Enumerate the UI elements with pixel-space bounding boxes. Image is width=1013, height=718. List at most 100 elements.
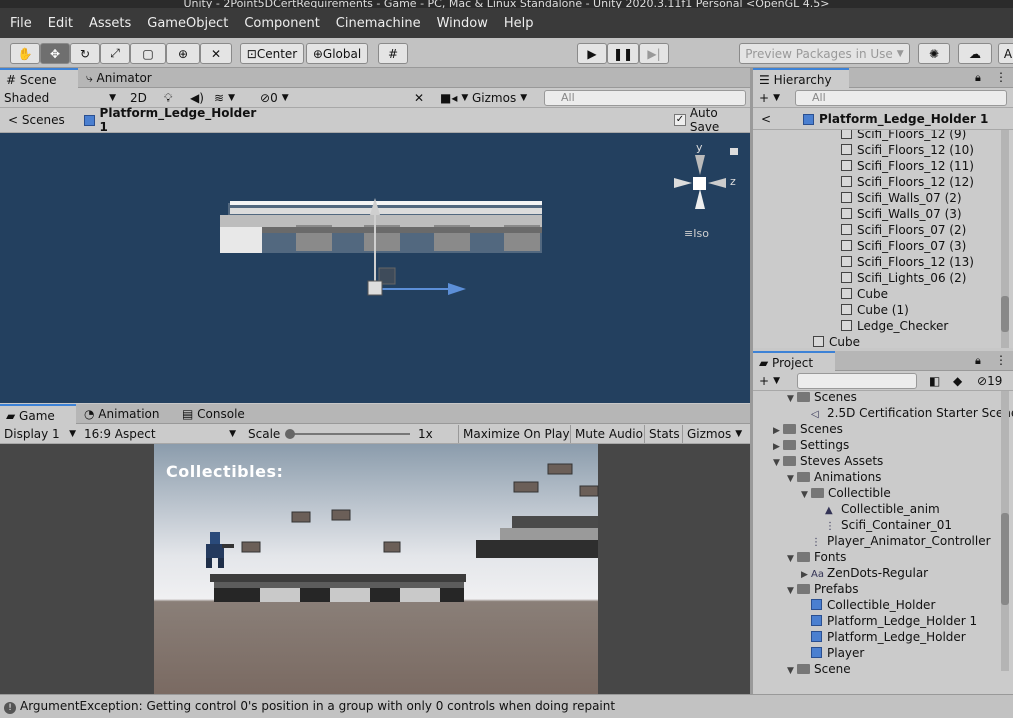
maximize-on-play-toggle[interactable]: Maximize On Play <box>458 425 570 443</box>
hierarchy-scrollbar[interactable] <box>1001 130 1009 348</box>
display-dropdown[interactable]: Display 1 ▼ <box>0 425 80 443</box>
filter-label-icon[interactable]: ◆ <box>949 372 967 390</box>
more-options-icon[interactable]: ⋮ <box>995 353 1007 367</box>
hand-tool-icon[interactable]: ✋ <box>10 43 40 64</box>
move-tool-icon[interactable]: ✥ <box>40 43 70 64</box>
project-scrollbar[interactable] <box>1001 391 1009 671</box>
hidden-objects-toggle[interactable]: ⊘ 0 ▼ <box>256 89 312 107</box>
pivot-global-button[interactable]: ⊕ Global <box>306 43 368 64</box>
pause-button[interactable]: ❚❚ <box>607 43 639 64</box>
project-item[interactable]: ▼ Animations <box>787 469 881 485</box>
breadcrumb-scenes[interactable]: < Scenes <box>4 111 74 129</box>
rect-tool-icon[interactable]: ▢ <box>130 43 166 64</box>
menu-gameobject[interactable]: GameObject <box>139 16 236 31</box>
camera-icon[interactable]: ■◂ ▼ <box>436 89 468 107</box>
hidden-packages-toggle[interactable]: ⊘ 19 <box>973 372 1013 390</box>
chevron-down-icon[interactable]: ▼ <box>787 663 797 679</box>
gizmos-dropdown[interactable]: Gizmos ▼ <box>468 89 536 107</box>
project-item[interactable]: ▼ Steves Assets <box>773 453 883 469</box>
hierarchy-item[interactable]: Scifi_Floors_12 (10) <box>841 142 974 158</box>
chevron-down-icon[interactable]: ▼ <box>801 487 811 503</box>
audio-icon[interactable]: ◀) <box>186 89 206 107</box>
project-item[interactable]: ▼ Scenes <box>787 391 857 405</box>
transform-tool-icon[interactable]: ⊕ <box>166 43 200 64</box>
menu-cinemachine[interactable]: Cinemachine <box>328 16 429 31</box>
tab-project[interactable]: ▰ Project <box>753 351 835 372</box>
project-item[interactable]: Platform_Ledge_Holder 1 <box>801 613 977 629</box>
shading-mode-dropdown[interactable]: Shaded ▼ <box>0 89 120 107</box>
hierarchy-item[interactable]: Scifi_Lights_06 (2) <box>841 270 966 286</box>
tab-console[interactable]: ▤ Console <box>176 404 256 424</box>
settings-gear-icon[interactable]: ✺ <box>918 43 950 64</box>
hierarchy-item[interactable]: Ledge_Checker <box>841 318 948 334</box>
play-button[interactable]: ▶ <box>577 43 607 64</box>
menu-window[interactable]: Window <box>429 16 496 31</box>
hierarchy-item[interactable]: Cube <box>813 334 860 348</box>
hierarchy-item[interactable]: Scifi_Walls_07 (3) <box>841 206 962 222</box>
project-item[interactable]: ▼ Collectible <box>801 485 891 501</box>
hierarchy-item[interactable]: Scifi_Floors_12 (12) <box>841 174 974 190</box>
menu-help[interactable]: Help <box>496 16 542 31</box>
hierarchy-item[interactable]: Cube <box>841 286 888 302</box>
project-item[interactable]: ▼ Scene <box>787 661 851 677</box>
pivot-center-button[interactable]: ⊡ Center <box>240 43 304 64</box>
more-options-icon[interactable]: ⋮ <box>995 70 1007 84</box>
project-item[interactable]: ▲ Collectible_anim <box>815 501 940 517</box>
cloud-icon[interactable]: ☁ <box>958 43 992 64</box>
scene-viewport[interactable]: y z ≡Iso <box>0 133 750 403</box>
stats-toggle[interactable]: Stats <box>644 425 682 443</box>
project-item[interactable]: ▼ Prefabs <box>787 581 859 597</box>
create-add-icon[interactable]: + ▼ <box>755 372 787 390</box>
hierarchy-item[interactable]: Scifi_Floors_07 (2) <box>841 222 966 238</box>
project-item[interactable]: Collectible_Holder <box>801 597 935 613</box>
tab-game[interactable]: ▰ Game <box>0 404 76 425</box>
auto-save-toggle[interactable]: ✓ Auto Save <box>670 106 750 134</box>
status-bar[interactable]: ! ArgumentException: Getting control 0's … <box>0 694 1013 718</box>
create-add-icon[interactable]: + ▼ <box>755 89 787 107</box>
mute-audio-toggle[interactable]: Mute Audio <box>570 425 644 443</box>
scale-slider-handle[interactable] <box>285 429 295 439</box>
chevron-down-icon[interactable]: ▼ <box>773 455 783 471</box>
chevron-down-icon[interactable]: ▼ <box>787 551 797 567</box>
lock-icon[interactable]: 🔒︎ <box>975 71 981 85</box>
menu-edit[interactable]: Edit <box>40 16 81 31</box>
projection-iso-label[interactable]: ≡Iso <box>684 227 709 240</box>
hierarchy-item[interactable]: Cube (1) <box>841 302 909 318</box>
chevron-down-icon[interactable]: ▼ <box>787 583 797 599</box>
toggle-2d-button[interactable]: 2D <box>126 89 152 107</box>
chevron-down-icon[interactable]: ▼ <box>787 391 797 407</box>
custom-tool-icon[interactable]: ✕ <box>200 43 232 64</box>
tab-hierarchy[interactable]: ☰ Hierarchy <box>753 68 849 89</box>
menu-component[interactable]: Component <box>236 16 327 31</box>
game-viewport[interactable]: Collectibles: <box>0 444 750 694</box>
tab-animator[interactable]: ⤷ Animator <box>80 68 170 88</box>
hierarchy-item[interactable]: Scifi_Walls_07 (2) <box>841 190 962 206</box>
project-item[interactable]: Player <box>801 645 864 661</box>
rotate-tool-icon[interactable]: ↻ <box>70 43 100 64</box>
effects-icon[interactable]: ≋ ▼ <box>210 89 250 107</box>
game-gizmos-dropdown[interactable]: Gizmos ▼ <box>682 425 750 443</box>
hierarchy-item[interactable]: Scifi_Floors_07 (3) <box>841 238 966 254</box>
hierarchy-search-input[interactable]: All <box>795 90 1007 106</box>
tab-scene[interactable]: # Scene <box>0 68 78 89</box>
tab-animation[interactable]: ◔ Animation <box>78 404 170 424</box>
aspect-dropdown[interactable]: 16:9 Aspect ▼ <box>80 425 240 443</box>
lock-icon[interactable]: 🔒︎ <box>975 354 981 368</box>
menu-assets[interactable]: Assets <box>81 16 139 31</box>
hierarchy-item[interactable]: Scifi_Floors_12 (13) <box>841 254 974 270</box>
preview-packages-dropdown[interactable]: Preview Packages in Use ▼ <box>739 43 910 64</box>
project-item[interactable]: ▶ Scenes <box>773 421 843 437</box>
project-item[interactable]: ▼ Fonts <box>787 549 846 565</box>
lighting-icon[interactable]: 💡︎ <box>160 89 180 107</box>
scale-slider[interactable] <box>288 433 410 435</box>
grid-snap-icon[interactable]: # <box>378 43 408 64</box>
menu-file[interactable]: File <box>2 16 40 31</box>
scene-search-input[interactable]: All <box>544 90 746 106</box>
project-item[interactable]: Platform_Ledge_Holder <box>801 629 966 645</box>
hierarchy-item[interactable]: Scifi_Floors_12 (11) <box>841 158 974 174</box>
scale-tool-icon[interactable]: ⤢ <box>100 43 130 64</box>
project-item[interactable]: ⋮ Player_Animator_Controller <box>801 533 991 549</box>
project-item[interactable]: ◁ 2.5D Certification Starter Scene <box>801 405 1013 421</box>
step-button[interactable]: ▶| <box>639 43 669 64</box>
tools-icon[interactable]: ✕ <box>410 89 430 107</box>
